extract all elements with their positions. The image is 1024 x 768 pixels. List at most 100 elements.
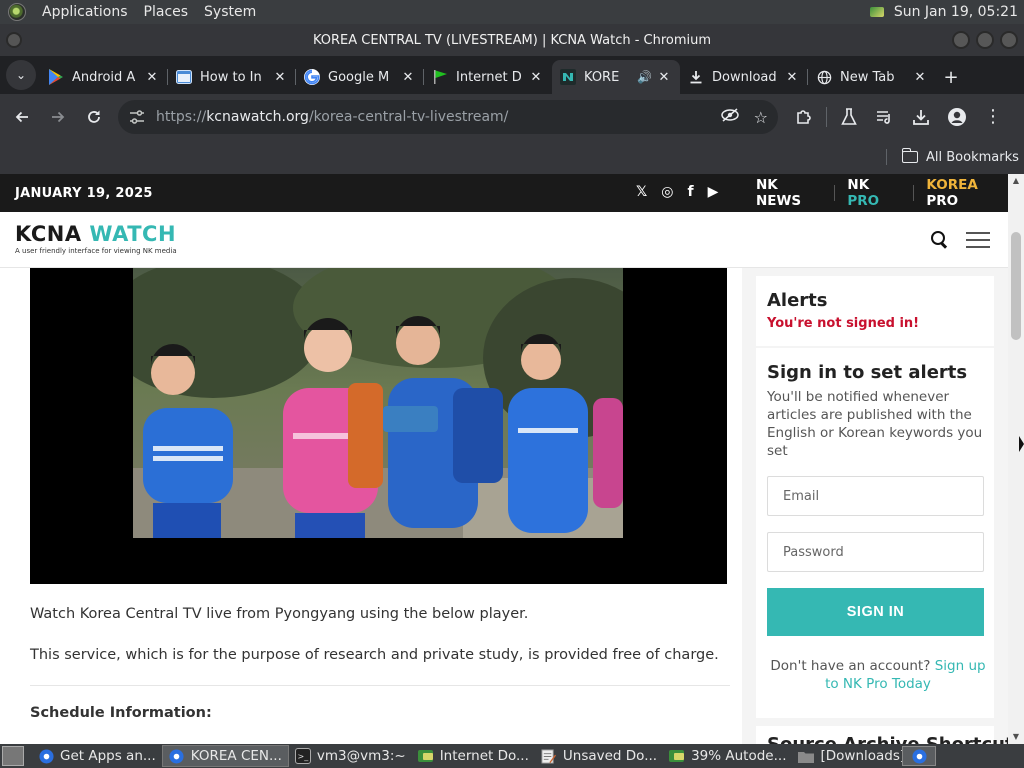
email-field[interactable]: [767, 476, 984, 516]
folder-icon: [798, 748, 815, 764]
sidebar: Alerts You're not signed in! Sign in to …: [756, 268, 1024, 744]
bookmark-star-icon[interactable]: ☆: [754, 108, 768, 127]
show-desktop-button[interactable]: [2, 746, 24, 766]
x-twitter-icon[interactable]: 𝕏: [636, 184, 647, 200]
alerts-title: Alerts: [767, 290, 828, 311]
site-info-icon[interactable]: [118, 110, 156, 124]
tab-close-icon[interactable]: ✕: [272, 70, 288, 85]
workspace-switcher[interactable]: [902, 746, 936, 766]
new-tab-button[interactable]: +: [936, 60, 966, 94]
tracking-protection-icon[interactable]: [720, 107, 740, 127]
extensions-button[interactable]: [786, 99, 822, 135]
facebook-icon[interactable]: f: [688, 184, 694, 200]
taskbar-item-internet-download[interactable]: Internet Do...: [412, 745, 535, 767]
green-flag-icon: [432, 69, 448, 85]
korea-pro-link[interactable]: KOREA PRO: [926, 177, 1008, 209]
os-menu-applications[interactable]: Applications: [42, 4, 128, 20]
tab-close-icon[interactable]: ✕: [144, 70, 160, 85]
taskbar-item-autodesk-download[interactable]: 39% Autode...: [663, 745, 792, 767]
globe-icon: [816, 69, 832, 85]
scrollbar-thumb[interactable]: [1011, 232, 1021, 340]
tab-close-icon[interactable]: ✕: [784, 70, 800, 85]
window-menu-icon[interactable]: [6, 32, 22, 48]
taskbar-item-korea-central[interactable]: KOREA CEN...: [161, 745, 289, 767]
bookmarks-bar: All Bookmarks: [0, 140, 1024, 174]
more-vert-icon: ⋮: [984, 106, 1002, 127]
window-title: KOREA CENTRAL TV (LIVESTREAM) | KCNA Wat…: [312, 32, 712, 48]
search-icon[interactable]: [930, 230, 948, 248]
tab-title: How to In: [200, 69, 262, 85]
os-menu-logo-icon[interactable]: [8, 3, 26, 21]
signin-description: You'll be notified whenever articles are…: [767, 389, 983, 459]
clock[interactable]: Sun Jan 19, 05:21: [894, 4, 1018, 20]
signin-button[interactable]: SIGN IN: [767, 588, 984, 636]
kcna-watch-logo[interactable]: KCNA WATCH A user friendly interface for…: [15, 223, 177, 255]
profile-button[interactable]: [939, 99, 975, 135]
back-button[interactable]: [4, 99, 40, 135]
tab-search-button[interactable]: ⌄: [6, 60, 36, 90]
close-window-button[interactable]: [1000, 31, 1018, 49]
os-menu-system[interactable]: System: [204, 4, 256, 20]
forward-button[interactable]: [40, 99, 76, 135]
chrome-menu-button[interactable]: ⋮: [975, 99, 1011, 135]
taskbar-item-get-apps[interactable]: Get Apps an...: [32, 745, 162, 767]
tab-title: Android A: [72, 69, 136, 85]
tab-how-to[interactable]: How to In ✕: [168, 60, 296, 94]
tab-downloads[interactable]: Download ✕: [680, 60, 808, 94]
idm-icon: [669, 748, 685, 764]
network-status-icon[interactable]: [869, 5, 886, 19]
os-menu-places[interactable]: Places: [144, 4, 189, 20]
taskbar-item-terminal[interactable]: >_ vm3@vm3:~: [289, 745, 412, 767]
page-scrollbar[interactable]: ▲ ▼: [1008, 174, 1024, 744]
maximize-button[interactable]: [976, 31, 994, 49]
scroll-down-arrow-icon[interactable]: ▼: [1008, 730, 1024, 744]
chrome-icon: [169, 748, 185, 764]
signup-prefix: Don't have an account?: [770, 658, 931, 674]
tab-close-icon[interactable]: ✕: [912, 70, 928, 85]
tab-close-icon[interactable]: ✕: [528, 70, 544, 85]
livestream-player[interactable]: [30, 268, 727, 584]
minimize-button[interactable]: [952, 31, 970, 49]
url-text[interactable]: https://kcnawatch.org/korea-central-tv-l…: [156, 109, 508, 125]
downloads-button[interactable]: [903, 99, 939, 135]
social-links: 𝕏 ◎ f ▶: [636, 184, 718, 200]
address-bar[interactable]: https://kcnawatch.org/korea-central-tv-l…: [118, 100, 778, 134]
tab-korea-central-tv[interactable]: KORE 🔊 ✕: [552, 60, 680, 94]
download-tray-icon: [913, 110, 929, 125]
tab-internet-download[interactable]: Internet D ✕: [424, 60, 552, 94]
hamburger-menu-icon[interactable]: [966, 232, 990, 248]
site-header: KCNA WATCH A user friendly interface for…: [0, 212, 1008, 268]
os-taskbar: Get Apps an... KOREA CEN... >_ vm3@vm3:~…: [0, 744, 1024, 768]
nk-news-link[interactable]: NK NEWS: [756, 177, 822, 209]
service-note-paragraph: This service, which is for the purpose o…: [30, 647, 719, 663]
tab-google[interactable]: Google M ✕: [296, 60, 424, 94]
speaker-icon[interactable]: 🔊: [637, 70, 652, 84]
scroll-up-arrow-icon[interactable]: ▲: [1008, 174, 1024, 188]
browser-toolbar: https://kcnawatch.org/korea-central-tv-l…: [0, 94, 1024, 140]
youtube-icon[interactable]: ▶: [708, 184, 719, 200]
tab-close-icon[interactable]: ✕: [400, 70, 416, 85]
instagram-icon[interactable]: ◎: [661, 184, 673, 200]
tab-android-apps[interactable]: Android A ✕: [40, 60, 168, 94]
tab-new-tab[interactable]: New Tab ✕: [808, 60, 936, 94]
arrow-right-icon: [52, 111, 65, 123]
folder-icon: [901, 148, 918, 163]
url-host: kcnawatch.org: [206, 109, 309, 125]
tab-title: New Tab: [840, 69, 895, 85]
all-bookmarks-button[interactable]: All Bookmarks: [901, 140, 1019, 174]
signin-card: Sign in to set alerts You'll be notified…: [756, 348, 994, 718]
media-controls-button[interactable]: [867, 99, 903, 135]
labs-button[interactable]: [831, 99, 867, 135]
taskbar-item-downloads-folder[interactable]: [Downloads]: [792, 745, 911, 767]
tab-title: Download: [712, 69, 777, 85]
tab-close-icon[interactable]: ✕: [656, 70, 672, 85]
taskbar-label: Internet Do...: [439, 748, 529, 764]
taskbar-item-text-editor[interactable]: Unsaved Do...: [535, 745, 663, 767]
logo-kcna: KCNA: [15, 222, 82, 246]
web-content: JANUARY 19, 2025 𝕏 ◎ f ▶ NK NEWS NK PRO …: [0, 174, 1024, 744]
reload-button[interactable]: [76, 99, 112, 135]
reload-icon: [88, 110, 100, 123]
main-column: Watch Korea Central TV live from Pyongya…: [0, 268, 742, 744]
nk-pro-link[interactable]: NK PRO: [847, 177, 901, 209]
password-field[interactable]: [767, 532, 984, 572]
